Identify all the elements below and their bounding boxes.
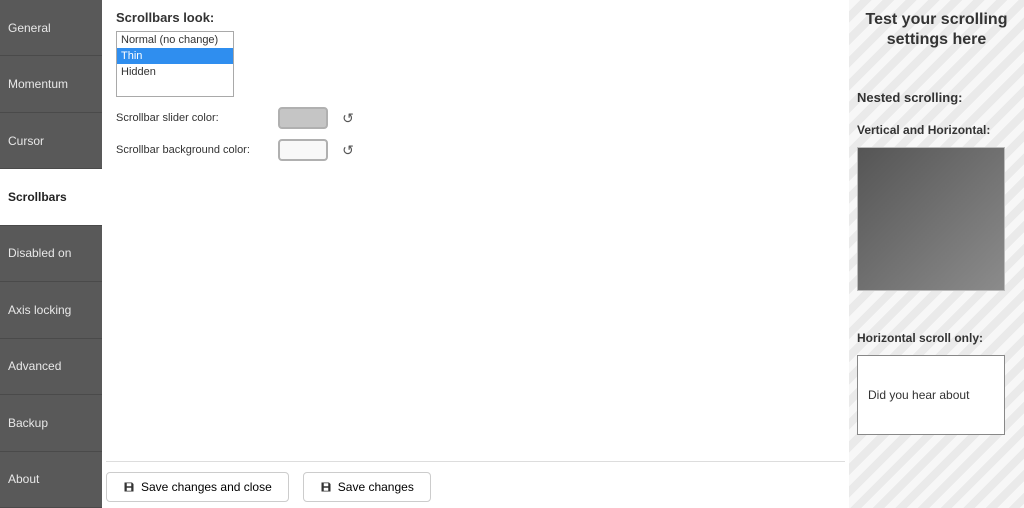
test-panel-title: Test your scrolling settings here <box>857 10 1016 50</box>
save-button[interactable]: Save changes <box>303 472 431 502</box>
sidebar-item-label: Disabled on <box>8 246 71 260</box>
vh-label: Vertical and Horizontal: <box>857 123 1016 137</box>
scrollbars-look-listbox[interactable]: Normal (no change) Thin Hidden <box>116 31 234 97</box>
listbox-option-normal[interactable]: Normal (no change) <box>117 32 233 48</box>
test-panel: Test your scrolling settings here Nested… <box>849 0 1024 508</box>
button-label: Save changes <box>338 480 414 494</box>
sidebar-item-axis-locking[interactable]: Axis locking <box>0 282 102 338</box>
slider-color-swatch[interactable] <box>278 107 328 129</box>
sidebar-item-advanced[interactable]: Advanced <box>0 339 102 395</box>
footer: Save changes and close Save changes <box>106 461 845 502</box>
sidebar-item-label: Momentum <box>8 77 68 91</box>
reset-bg-color-button[interactable]: ↺ <box>338 140 358 160</box>
listbox-option-thin[interactable]: Thin <box>117 48 233 64</box>
nested-scrolling-title: Nested scrolling: <box>857 90 1016 105</box>
horizontal-text: Did you hear about <box>868 388 969 402</box>
sidebar-item-cursor[interactable]: Cursor <box>0 113 102 169</box>
sidebar-item-label: Backup <box>8 416 48 430</box>
button-label: Save changes and close <box>141 480 272 494</box>
sidebar-item-label: Advanced <box>8 359 61 373</box>
sidebar-item-label: About <box>8 472 39 486</box>
sidebar-item-label: Axis locking <box>8 303 71 317</box>
save-close-button[interactable]: Save changes and close <box>106 472 289 502</box>
sidebar-item-backup[interactable]: Backup <box>0 395 102 451</box>
bg-color-swatch[interactable] <box>278 139 328 161</box>
sidebar-item-scrollbars[interactable]: Scrollbars <box>0 169 102 225</box>
listbox-option-hidden[interactable]: Hidden <box>117 64 233 80</box>
save-icon <box>123 481 135 493</box>
section-title: Scrollbars look: <box>116 10 835 25</box>
undo-icon: ↺ <box>342 110 354 127</box>
sidebar: General Momentum Cursor Scrollbars Disab… <box>0 0 102 508</box>
sidebar-item-about[interactable]: About <box>0 452 102 508</box>
bg-color-label: Scrollbar background color: <box>116 144 268 156</box>
sidebar-item-disabled-on[interactable]: Disabled on <box>0 226 102 282</box>
sidebar-item-momentum[interactable]: Momentum <box>0 56 102 112</box>
nested-scroll-box[interactable] <box>857 147 1005 291</box>
sidebar-item-general[interactable]: General <box>0 0 102 56</box>
sidebar-item-label: Scrollbars <box>8 190 67 204</box>
nested-scroll-content <box>858 148 1005 291</box>
sidebar-item-label: General <box>8 21 51 35</box>
horizontal-scroll-box[interactable]: Did you hear about <box>857 355 1005 435</box>
reset-slider-color-button[interactable]: ↺ <box>338 108 358 128</box>
h-label: Horizontal scroll only: <box>857 331 1016 345</box>
save-icon <box>320 481 332 493</box>
undo-icon: ↺ <box>342 142 354 159</box>
slider-color-label: Scrollbar slider color: <box>116 112 268 124</box>
main-content: Scrollbars look: Normal (no change) Thin… <box>102 0 849 508</box>
sidebar-item-label: Cursor <box>8 134 44 148</box>
